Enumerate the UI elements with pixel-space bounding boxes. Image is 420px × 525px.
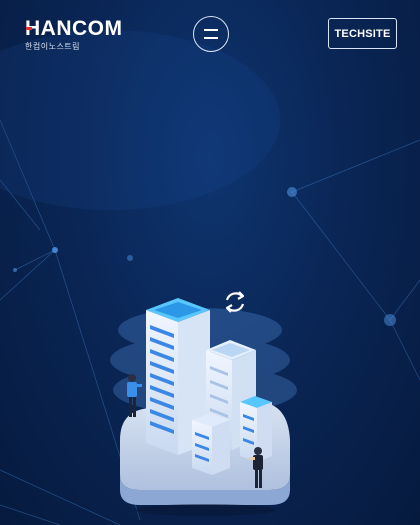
logo-rest-letters: ANCOM <box>40 17 123 40</box>
logo-subtext: 한컴이노스트림 <box>25 42 81 51</box>
server-tower-small <box>192 413 230 475</box>
logo-h-letter: H <box>25 17 41 40</box>
header: H ANCOM 한컴이노스트림 TECHSITE <box>0 0 420 70</box>
logo-wordmark: H ANCOM <box>25 17 123 40</box>
hancom-logo[interactable]: H ANCOM 한컴이노스트림 <box>25 18 123 52</box>
sync-icon <box>225 291 245 313</box>
logo-accent-bar <box>26 27 32 30</box>
cloud-server-illustration <box>110 291 297 516</box>
techsite-button[interactable]: TECHSITE <box>328 18 397 49</box>
menu-button[interactable] <box>193 16 229 52</box>
